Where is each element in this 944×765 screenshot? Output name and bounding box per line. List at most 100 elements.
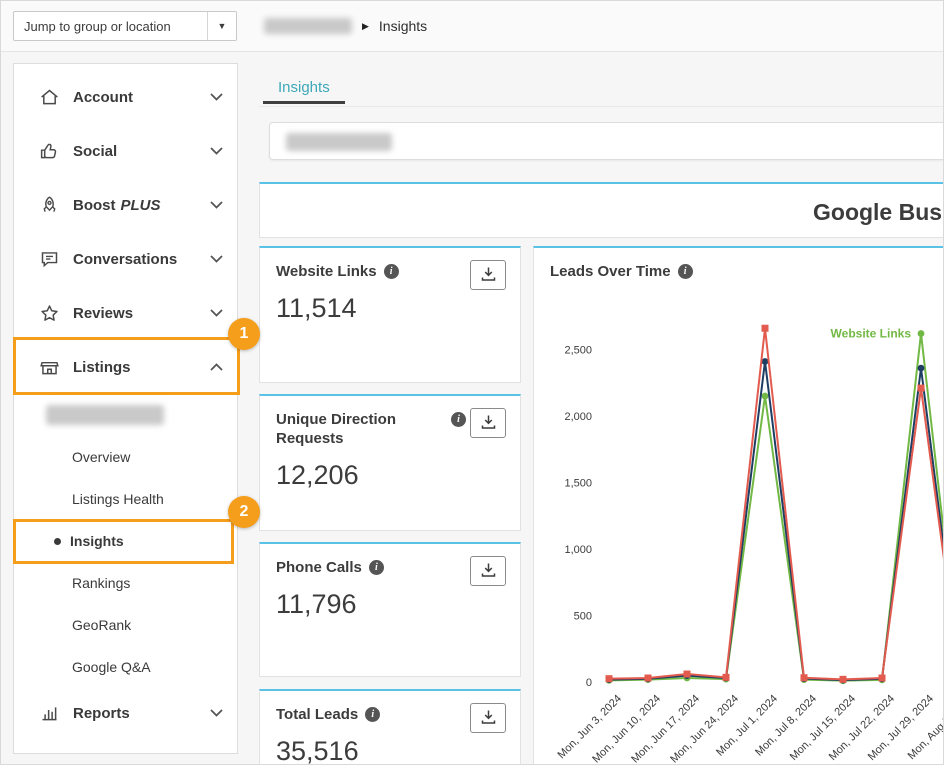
dropdown-caret-icon: ▼ [207,12,236,40]
leads-over-time-chart: 0 500 1,000 1,500 2,000 2,500 Mon, Jun 3, 2024… [534,298,944,765]
metric-card-total-leads: Total Leads i 35,516 [259,689,521,765]
tab-insights[interactable]: Insights [263,73,345,104]
download-icon [480,709,497,728]
google-business-section-header: Google Business Profile [259,182,944,238]
breadcrumb-current: Insights [379,18,427,34]
subitem-label: Insights [70,533,124,549]
rocket-icon [38,194,60,216]
svg-text:1,500: 1,500 [564,478,592,490]
svg-text:Mon, Jun 17, 2024: Mon, Jun 17, 2024 [629,693,702,765]
chevron-down-icon [210,309,223,317]
sidebar-subitem-georank[interactable]: GeoRank [14,604,237,646]
storefront-icon [38,356,60,378]
chevron-down-icon [210,709,223,717]
chevron-down-icon [210,147,223,155]
subitem-label: Overview [72,449,130,465]
svg-text:Mon, Jul 15, 2024: Mon, Jul 15, 2024 [788,693,858,763]
breadcrumb: ▶ Insights [264,1,427,51]
metric-card-website-links: Website Links i 11,514 [259,246,521,383]
metric-card-title: Phone Calls [276,558,362,577]
svg-text:Mon, Jul 29, 2024: Mon, Jul 29, 2024 [866,693,936,763]
chart-title: Leads Over Time [550,262,671,281]
sidebar-subitem-listings-health[interactable]: Listings Health [14,478,237,520]
svg-text:1,000: 1,000 [564,544,592,556]
sidebar-item-listings[interactable]: Listings [14,340,237,394]
chat-bubble-icon [38,248,60,270]
metric-card-phone-calls: Phone Calls i 11,796 [259,542,521,677]
sidebar-item-label: Reviews [73,305,210,322]
redacted-submenu-item [46,405,164,425]
home-icon [38,86,60,108]
svg-text:0: 0 [586,677,592,689]
annotation-step-2-badge: 2 [228,496,260,528]
sidebar-item-reviews[interactable]: Reviews [14,286,237,340]
info-icon[interactable]: i [678,264,693,279]
chevron-up-icon [210,363,223,371]
subitem-label: Listings Health [72,491,164,507]
sidebar-subitem-rankings[interactable]: Rankings [14,562,237,604]
redacted-location-name [264,18,352,34]
info-icon[interactable]: i [369,560,384,575]
svg-text:Mon, Jun 24, 2024: Mon, Jun 24, 2024 [668,693,741,765]
chevron-down-icon [210,255,223,263]
sidebar-item-label: Conversations [73,251,210,268]
svg-text:Mon, Jun 10, 2024: Mon, Jun 10, 2024 [590,693,663,765]
redacted-filter-value [286,133,392,151]
chevron-down-icon [210,201,223,209]
location-filter-input[interactable] [269,122,944,160]
leads-over-time-card: Leads Over Time i 0 500 1,000 1,500 2,000 2,5… [533,246,944,765]
boost-plus-suffix: PLUS [121,197,161,214]
sidebar-item-label: Reports [73,705,210,722]
info-icon[interactable]: i [451,412,466,427]
sidebar-item-conversations[interactable]: Conversations [14,232,237,286]
sidebar-item-reports[interactable]: Reports [14,686,237,740]
sidebar-subitem-insights[interactable]: Insights [14,520,237,562]
download-button[interactable] [470,260,506,290]
svg-text:Website Links: Website Links [831,327,912,341]
annotation-step-1-badge: 1 [228,318,260,350]
sidebar-item-social[interactable]: Social [14,124,237,178]
top-bar: Jump to group or location ▼ ▶ Insights [1,1,943,52]
sidebar-subitem-overview[interactable]: Overview [14,436,237,478]
download-button[interactable] [470,408,506,438]
svg-text:Mon, Jul 22, 2024: Mon, Jul 22, 2024 [827,693,897,763]
breadcrumb-arrow-icon: ▶ [362,21,369,32]
tab-strip-divider [259,106,944,107]
jump-to-location-dropdown[interactable]: Jump to group or location ▼ [13,11,237,41]
svg-text:Mon, Jun 3, 2024: Mon, Jun 3, 2024 [556,693,625,762]
sidebar-item-label: Social [73,143,210,160]
sidebar-item-label: Account [73,89,210,106]
info-icon[interactable]: i [365,707,380,722]
app-window: Jump to group or location ▼ ▶ Insights A… [0,0,944,765]
subitem-label: Rankings [72,575,130,591]
download-icon [480,414,497,433]
sidebar-item-label: BoostPLUS [73,197,210,214]
svg-text:500: 500 [574,611,592,623]
download-button[interactable] [470,556,506,586]
svg-text:2,000: 2,000 [564,411,592,423]
thumbs-up-icon [38,140,60,162]
metric-card-title: Total Leads [276,705,358,724]
sidebar-nav: Account Social BoostPLUS Conversations [13,63,238,754]
sidebar-item-label: Listings [73,359,210,376]
bar-chart-icon [38,702,60,724]
star-icon [38,302,60,324]
download-icon [480,266,497,285]
chevron-down-icon [210,93,223,101]
metric-card-title: Website Links [276,262,377,281]
sidebar-subitem-google-qa[interactable]: Google Q&A [14,646,237,688]
metric-card-title: Unique Direction Requests [276,410,444,448]
download-button[interactable] [470,703,506,733]
section-title: Google Business Profile [813,199,944,226]
svg-text:2,500: 2,500 [564,345,592,357]
download-icon [480,562,497,581]
sidebar-item-account[interactable]: Account [14,70,237,124]
subitem-label: Google Q&A [72,659,151,675]
jump-dropdown-label: Jump to group or location [14,19,207,34]
subitem-label: GeoRank [72,617,131,633]
sidebar-item-boost[interactable]: BoostPLUS [14,178,237,232]
info-icon[interactable]: i [384,264,399,279]
metric-value: 12,206 [260,448,520,491]
metric-card-unique-direction-requests: Unique Direction Requests i 12,206 [259,394,521,531]
active-bullet-icon [54,538,61,545]
